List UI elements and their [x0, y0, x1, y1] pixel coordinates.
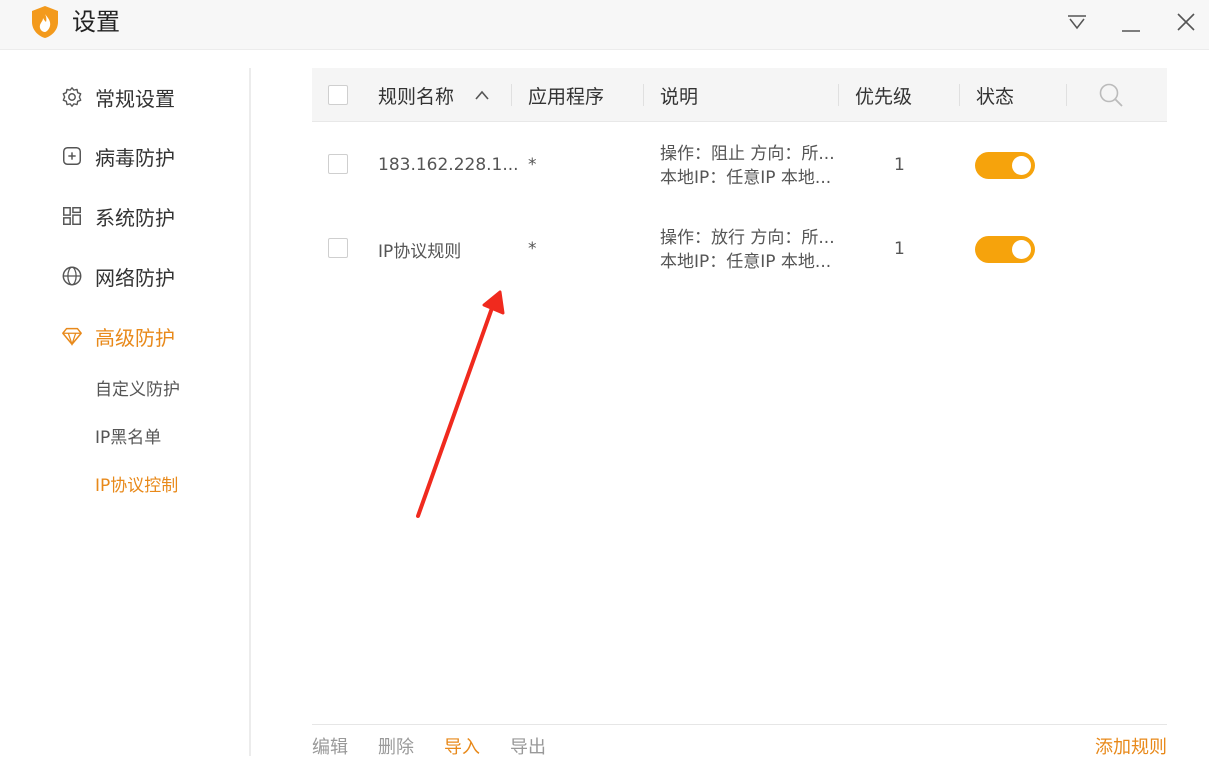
plus-square-icon	[60, 144, 84, 168]
title-bar: 设置	[0, 0, 1209, 50]
delete-button[interactable]: 删除	[378, 736, 414, 760]
sidebar-subitem-ip-protocol-control[interactable]: IP协议控制	[95, 474, 178, 498]
column-header-app[interactable]: 应用程序	[528, 68, 604, 122]
row-checkbox[interactable]	[328, 238, 348, 258]
column-header-status[interactable]: 状态	[976, 68, 1014, 122]
rule-description-line2: 本地IP：任意IP 本地...	[660, 168, 832, 188]
dropdown-icon[interactable]	[1063, 8, 1091, 36]
column-separator	[959, 84, 960, 106]
sidebar-item-label: 病毒防护	[95, 145, 175, 170]
close-icon[interactable]	[1172, 8, 1200, 36]
rule-description-line1: 操作：放行 方向：所...	[660, 228, 835, 248]
column-separator	[838, 84, 839, 106]
sidebar-item-label: 网络防护	[95, 265, 175, 290]
sidebar-item-label: 系统防护	[95, 205, 175, 230]
column-header-label: 规则名称	[378, 85, 455, 108]
sidebar-item-general-settings[interactable]: 常规设置	[60, 81, 175, 113]
column-header-description[interactable]: 说明	[660, 68, 698, 122]
sidebar-divider	[249, 68, 251, 756]
sidebar-item-label: 高级防护	[95, 325, 175, 350]
rule-priority: 1	[894, 239, 905, 259]
sidebar-subitem-ip-blacklist[interactable]: IP黑名单	[95, 426, 161, 450]
table-row[interactable]: IP协议规则 * 操作：放行 方向：所... 本地IP：任意IP 本地... 1	[312, 206, 1167, 290]
sidebar-item-advanced-protection[interactable]: 高级防护	[60, 320, 175, 352]
column-separator	[643, 84, 644, 106]
column-separator	[511, 84, 512, 106]
row-checkbox-cell	[328, 238, 348, 258]
table-row[interactable]: 183.162.228.1... * 操作：阻止 方向：所... 本地IP：任意…	[312, 122, 1167, 206]
rule-priority: 1	[894, 155, 905, 175]
table-header: 规则名称 应用程序 说明 优先级 状态	[312, 68, 1167, 122]
annotation-arrow-icon	[416, 290, 505, 518]
sidebar-item-virus-protection[interactable]: 病毒防护	[60, 140, 175, 172]
select-all-checkbox[interactable]	[328, 85, 348, 105]
import-button[interactable]: 导入	[444, 736, 480, 760]
rule-status-toggle[interactable]	[975, 152, 1035, 179]
toggle-knob	[1012, 156, 1031, 175]
grid-icon	[60, 204, 84, 228]
edit-button[interactable]: 编辑	[312, 736, 348, 760]
gear-icon	[60, 85, 84, 109]
export-button[interactable]: 导出	[510, 736, 546, 760]
window-title: 设置	[72, 8, 120, 36]
sidebar-item-system-protection[interactable]: 系统防护	[60, 200, 175, 232]
toggle-knob	[1012, 240, 1031, 259]
rule-app: *	[528, 239, 537, 259]
select-all-checkbox-cell	[328, 68, 348, 122]
sort-ascending-icon[interactable]	[474, 89, 490, 101]
footer-divider	[312, 724, 1167, 725]
column-header-priority[interactable]: 优先级	[855, 68, 912, 122]
rule-name: 183.162.228.1...	[378, 155, 519, 175]
diamond-icon	[60, 324, 84, 348]
row-checkbox[interactable]	[328, 154, 348, 174]
minimize-icon[interactable]	[1117, 8, 1145, 36]
rule-description-line1: 操作：阻止 方向：所...	[660, 144, 835, 164]
app-logo-icon	[30, 5, 60, 39]
sidebar-item-label: 常规设置	[95, 86, 175, 111]
rule-status-toggle[interactable]	[975, 236, 1035, 263]
search-icon[interactable]	[1098, 68, 1124, 122]
sidebar-item-network-protection[interactable]: 网络防护	[60, 260, 175, 292]
rule-description-line2: 本地IP：任意IP 本地...	[660, 252, 832, 272]
sidebar-subitem-custom-protection[interactable]: 自定义防护	[95, 378, 180, 402]
rule-app: *	[528, 155, 537, 175]
add-rule-button[interactable]: 添加规则	[1095, 736, 1167, 760]
row-checkbox-cell	[328, 154, 348, 174]
globe-icon	[60, 264, 84, 288]
column-separator	[1066, 84, 1067, 106]
column-header-name[interactable]: 规则名称	[378, 68, 490, 122]
rule-name: IP协议规则	[378, 241, 462, 262]
